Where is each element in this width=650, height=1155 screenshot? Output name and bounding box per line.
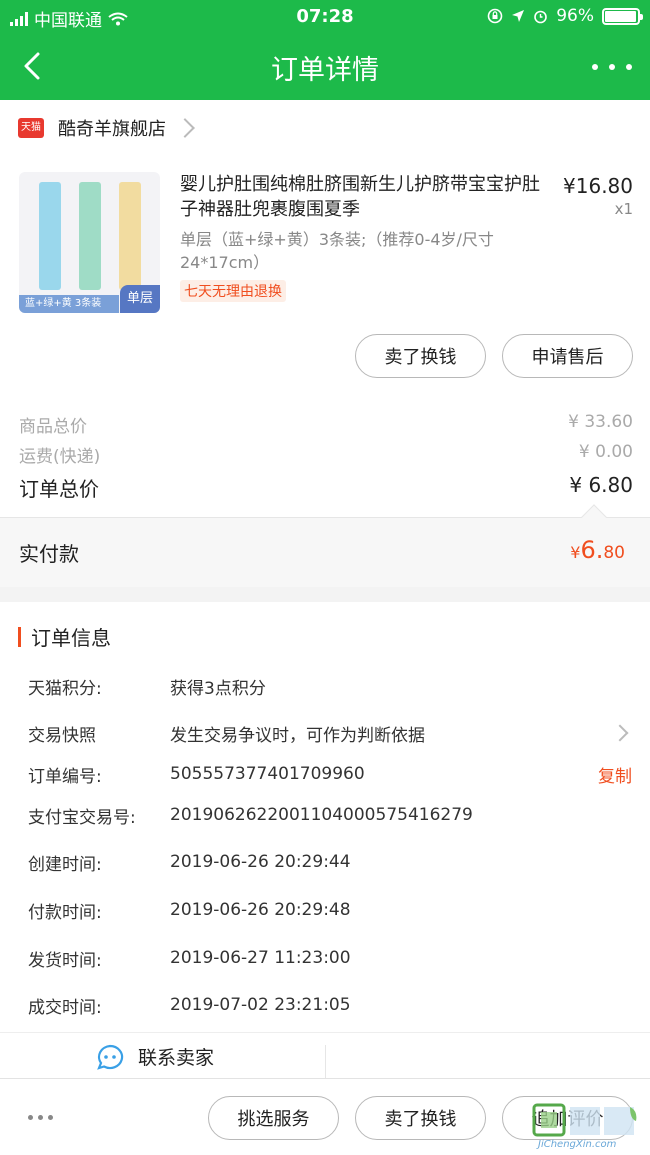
orientation-lock-icon (487, 8, 503, 24)
product-strip-yellow (119, 182, 141, 290)
thumbnail-tag: 单层 (120, 285, 160, 313)
more-button[interactable] (592, 50, 632, 84)
sell-button[interactable]: 卖了换钱 (355, 334, 486, 378)
completed-time-row: 成交时间: 2019-07-02 23:21:05 (28, 990, 632, 1020)
shipping-row: 运费(快递) ¥ 0.00 (19, 442, 633, 467)
paid-row: 实付款 ¥6.80 (0, 518, 650, 587)
shipping-label: 运费(快递) (19, 447, 101, 467)
location-icon (512, 10, 525, 22)
paid-decimal: 80 (603, 543, 625, 563)
section-title: 订单信息 (31, 626, 111, 650)
section-header: 订单信息 (18, 622, 111, 651)
more-dots-icon (592, 64, 598, 70)
order-total-row: 订单总价 ¥ 6.80 (19, 473, 633, 502)
sell-button-bottom[interactable]: 卖了换钱 (355, 1096, 486, 1140)
paid-integer: 6. (580, 536, 604, 564)
alipay-row: 支付宝交易号: 2019062622001104000575416279 (28, 800, 632, 830)
snapshot-row[interactable]: 交易快照 发生交易争议时，可作为判断依据 (28, 718, 632, 748)
completed-time-value: 2019-07-02 23:21:05 (170, 995, 351, 1015)
contact-seller-button[interactable]: 联系卖家 (96, 1043, 214, 1070)
order-number-value: 505557377401709960 (170, 764, 365, 784)
paid-time-value: 2019-06-26 20:29:48 (170, 900, 351, 920)
paid-label: 实付款 (19, 542, 79, 566)
bottom-action-bar: 挑选服务 卖了换钱 追加评价 (0, 1078, 650, 1155)
tmall-badge: 天猫 (18, 118, 44, 138)
shipped-time-value: 2019-06-27 11:23:00 (170, 948, 351, 968)
points-value: 获得3点积分 (170, 678, 266, 699)
product-quantity: x1 (614, 200, 633, 218)
battery-icon (602, 7, 643, 25)
order-item-card: 天猫 酷奇羊旗舰店 蓝+绿+黄 3条装 单层 婴儿护肚围纯棉肚脐围新生儿护脐带宝… (0, 100, 650, 587)
product-price: ¥16.80 (563, 174, 633, 198)
battery-percent: 96% (556, 6, 594, 26)
shipped-time-label: 发货时间: (28, 950, 102, 971)
pick-service-button[interactable]: 挑选服务 (208, 1096, 339, 1140)
return-policy-tag: 七天无理由退换 (180, 280, 286, 302)
order-info-card: 订单信息 天猫积分: 获得3点积分 交易快照 发生交易争议时，可作为判断依据 订… (0, 602, 650, 1032)
product-strip-green (79, 182, 101, 290)
page-title: 订单详情 (271, 55, 379, 86)
chevron-right-icon (175, 118, 195, 138)
shop-link[interactable]: 天猫 酷奇羊旗舰店 (18, 114, 195, 142)
chat-icon (97, 1044, 124, 1070)
snapshot-label: 交易快照 (28, 725, 96, 746)
alipay-value: 2019062622001104000575416279 (170, 805, 473, 825)
contact-seller-label: 联系卖家 (138, 1047, 215, 1069)
more-options-button[interactable] (28, 1115, 53, 1120)
order-number-row: 订单编号: 505557377401709960 复制 (28, 759, 632, 789)
more-dots-icon (28, 1115, 33, 1120)
order-total-value: ¥ 6.80 (569, 473, 633, 497)
goods-total-label: 商品总价 (19, 417, 87, 437)
paid-currency: ¥ (570, 543, 581, 562)
order-number-label: 订单编号: (28, 766, 102, 787)
points-label: 天猫积分: (28, 678, 102, 699)
product-thumbnail[interactable]: 蓝+绿+黄 3条装 单层 (19, 172, 160, 313)
copy-button[interactable]: 复制 (598, 762, 632, 787)
alarm-icon (534, 10, 548, 23)
created-time-row: 创建时间: 2019-06-26 20:29:44 (28, 847, 632, 877)
paid-time-row: 付款时间: 2019-06-26 20:29:48 (28, 895, 632, 925)
paid-time-label: 付款时间: (28, 902, 102, 923)
shipped-time-row: 发货时间: 2019-06-27 11:23:00 (28, 943, 632, 973)
goods-total-row: 商品总价 ¥ 33.60 (19, 412, 633, 437)
shipping-value: ¥ 0.00 (578, 442, 633, 462)
order-total-label: 订单总价 (19, 477, 99, 501)
product-strip-blue (39, 182, 61, 290)
chevron-right-icon (611, 724, 629, 742)
section-accent-bar (18, 626, 21, 647)
alipay-label: 支付宝交易号: (28, 807, 136, 828)
app-header: 中国联通 07:28 96% 订单详情 (0, 0, 650, 100)
created-time-label: 创建时间: (28, 854, 102, 875)
append-review-button[interactable]: 追加评价 (502, 1096, 633, 1140)
product-sku: 单层（蓝+绿+黄）3条装;（推荐0-4岁/尺寸24*17cm） (180, 230, 494, 272)
created-time-value: 2019-06-26 20:29:44 (170, 852, 351, 872)
after-sale-button[interactable]: 申请售后 (502, 334, 633, 378)
product-title[interactable]: 婴儿护肚围纯棉肚脐围新生儿护脐带宝宝护肚子神器肚兜裹腹围夏季 (180, 172, 540, 222)
completed-time-label: 成交时间: (28, 997, 102, 1018)
points-row: 天猫积分: 获得3点积分 (28, 671, 632, 701)
thumbnail-caption: 蓝+绿+黄 3条装 (19, 295, 119, 313)
paid-amount: ¥6.80 (570, 536, 625, 564)
shop-name: 酷奇羊旗舰店 (58, 119, 166, 140)
goods-total-value: ¥ 33.60 (568, 412, 633, 432)
contact-bar: 联系卖家 (0, 1032, 650, 1085)
snapshot-value: 发生交易争议时，可作为判断依据 (170, 725, 425, 746)
status-bar: 中国联通 07:28 96% (0, 0, 650, 34)
